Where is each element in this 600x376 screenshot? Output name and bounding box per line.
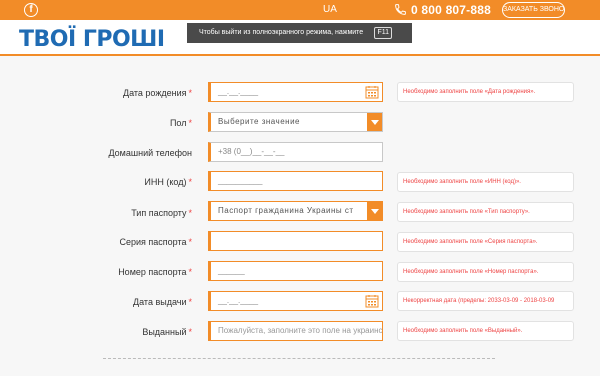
gender-select[interactable]: Выберите значение xyxy=(208,112,383,132)
issue-date-label: Дата выдачи * xyxy=(133,297,192,307)
passport-series-input[interactable] xyxy=(208,231,383,251)
fullscreen-tooltip-text: Чтобы выйти из полноэкранного режима, на… xyxy=(199,29,364,36)
inn-error: Необходимо заполнить поле «ИНН (код)». xyxy=(397,172,574,192)
calendar-icon[interactable] xyxy=(365,294,379,308)
top-bar: f UA 0 800 807-888 ЗАКАЗАТЬ ЗВОНОК xyxy=(0,0,600,20)
phone-number[interactable]: 0 800 807-888 xyxy=(411,3,491,17)
passport-number-error: Необходимо заполнить поле «Номер паспорт… xyxy=(397,262,574,282)
passport-type-error: Необходимо заполнить поле «Тип паспорту»… xyxy=(397,202,574,222)
logo[interactable]: ТВОЇ ГРОШІ xyxy=(19,27,165,52)
calendar-icon[interactable] xyxy=(365,85,379,99)
birth-date-error: Необходимо заполнить поле «Дата рождения… xyxy=(397,82,574,102)
issued-by-input[interactable]: Пожалуйста, заполните это поле на украин… xyxy=(208,321,383,341)
facebook-icon[interactable]: f xyxy=(24,3,38,17)
chevron-down-icon[interactable] xyxy=(367,113,382,131)
inn-label: ИНН (код) * xyxy=(144,177,192,187)
passport-series-error: Необходимо заполнить поле «Серия паспорт… xyxy=(397,232,574,252)
gender-label: Пол * xyxy=(169,118,192,128)
birth-date-label: Дата рождения * xyxy=(122,88,192,98)
language-switch[interactable]: UA xyxy=(323,4,337,15)
passport-type-select[interactable]: Паспорт гражданина Украины ст xyxy=(208,201,383,221)
section-divider xyxy=(103,358,495,359)
inn-input[interactable]: __________ xyxy=(208,171,383,191)
phone-icon xyxy=(395,4,406,15)
issued-by-error: Необходимо заполнить поле «Выданный». xyxy=(397,321,574,341)
passport-type-label: Тип паспорту * xyxy=(131,208,192,218)
callback-button[interactable]: ЗАКАЗАТЬ ЗВОНОК xyxy=(502,2,565,18)
home-phone-input[interactable]: +38 (0__)__-__-__ xyxy=(208,142,383,162)
issue-date-error: Некорректная дата (пределы: 2033-03-09 -… xyxy=(397,291,574,311)
passport-number-label: Номер паспорта * xyxy=(118,267,192,277)
issue-date-input[interactable]: __.__.____ xyxy=(208,291,383,311)
passport-series-label: Серия паспорта * xyxy=(119,237,192,247)
passport-number-input[interactable]: ______ xyxy=(208,261,383,281)
birth-date-input[interactable]: __.__.____ xyxy=(208,82,383,102)
chevron-down-icon[interactable] xyxy=(367,202,382,220)
fullscreen-tooltip: Чтобы выйти из полноэкранного режима, на… xyxy=(187,23,412,43)
home-phone-label: Домашний телефон xyxy=(108,148,192,158)
f11-key: F11 xyxy=(374,27,392,39)
issued-by-label: Выданный * xyxy=(142,327,192,337)
